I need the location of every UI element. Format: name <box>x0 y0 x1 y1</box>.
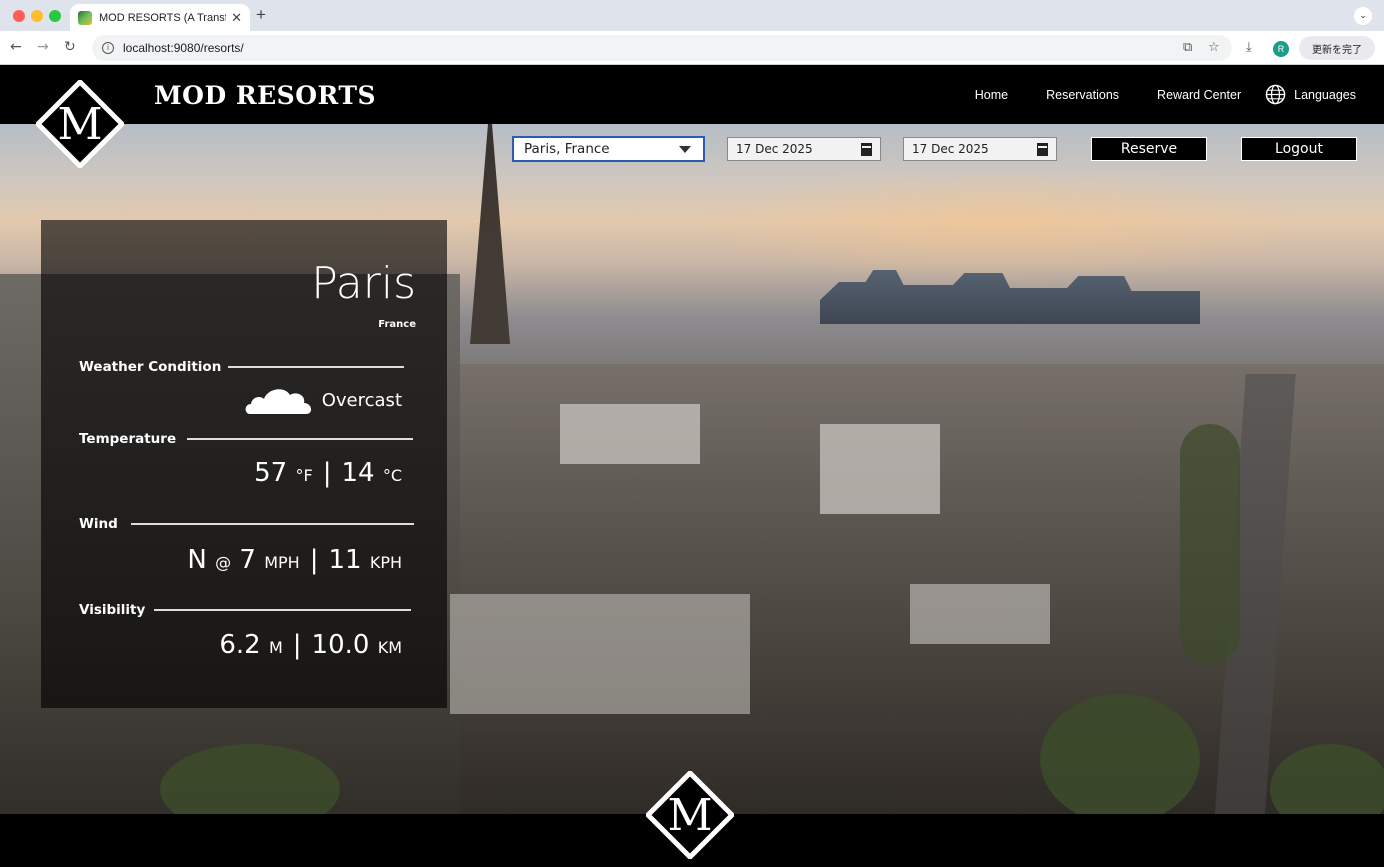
divider <box>131 523 414 525</box>
browser-toolbar: ← → ↻ i localhost:9080/resorts/ ⧉ ☆ ⤓ ⋮ <box>0 31 1384 65</box>
weather-city: Paris <box>311 258 416 309</box>
wind-label: Wind <box>79 516 118 532</box>
separator: | <box>322 458 332 488</box>
forward-arrow-icon[interactable]: → <box>37 39 49 55</box>
tab-title: MOD RESORTS (A Transform <box>99 11 226 24</box>
temp-f-unit: °F <box>295 466 313 485</box>
vis-km: 10.0 <box>311 630 370 660</box>
wind-mph: 7 <box>239 545 256 575</box>
browser-tab[interactable]: MOD RESORTS (A Transform ✕ <box>70 4 250 31</box>
languages-menu[interactable]: Languages <box>1265 84 1356 105</box>
weather-condition: Overcast <box>244 385 402 415</box>
brand-name[interactable]: MOD RESORTS <box>154 81 376 110</box>
calendar-icon[interactable] <box>861 143 872 156</box>
temperature-value: 57 °F | 14 °C <box>254 458 402 488</box>
temp-c-unit: °C <box>382 466 402 485</box>
globe-icon <box>1265 84 1286 105</box>
wind-value: N @ 7 MPH | 11 KPH <box>187 545 402 575</box>
reserve-button[interactable]: Reserve <box>1091 137 1207 161</box>
new-tab-button[interactable]: + <box>256 5 266 25</box>
back-arrow-icon[interactable]: ← <box>10 39 22 55</box>
divider <box>154 609 411 611</box>
wind-kph: 11 <box>328 545 362 575</box>
visibility-label: Visibility <box>79 602 146 618</box>
city-select-value: Paris, France <box>524 141 610 157</box>
site-info-icon[interactable]: i <box>102 42 114 54</box>
tab-search-chevron-icon[interactable]: ⌄ <box>1354 7 1372 25</box>
svg-text:M: M <box>667 790 712 841</box>
wind-direction: N <box>187 545 207 575</box>
finish-update-button[interactable]: 更新を完了 <box>1299 36 1375 60</box>
weather-condition-value: Overcast <box>321 389 402 411</box>
wind-at: @ <box>215 553 232 572</box>
site-favicon-icon <box>78 10 92 25</box>
reload-icon[interactable]: ↻ <box>64 39 76 55</box>
calendar-icon[interactable] <box>1037 143 1048 156</box>
vis-m: 6.2 <box>219 630 261 660</box>
divider <box>187 438 413 440</box>
visibility-value: 6.2 M | 10.0 KM <box>219 630 402 660</box>
mod-logo-icon[interactable]: M <box>36 80 124 168</box>
browser-tab-bar: MOD RESORTS (A Transform ✕ + ⌄ <box>0 0 1384 31</box>
url-text: localhost:9080/resorts/ <box>123 41 244 55</box>
temp-c: 14 <box>341 458 375 488</box>
close-window-button[interactable] <box>13 10 25 22</box>
cloud-icon <box>245 389 311 414</box>
nav-home[interactable]: Home <box>975 88 1008 102</box>
weather-condition-label: Weather Condition <box>79 359 222 375</box>
check-out-date-field[interactable]: 17 Dec 2025 <box>903 137 1057 161</box>
bookmark-star-icon[interactable]: ☆ <box>1208 40 1220 55</box>
weather-country: France <box>378 319 416 330</box>
translate-icon[interactable]: ⧉ <box>1183 40 1192 55</box>
divider <box>228 366 404 368</box>
maximize-window-button[interactable] <box>49 10 61 22</box>
page: MOD RESORTS Home Reservations Reward Cen… <box>0 66 1384 867</box>
vis-km-unit: KM <box>377 638 402 657</box>
city-select[interactable]: Paris, France <box>512 136 705 162</box>
nav-reward-center[interactable]: Reward Center <box>1157 88 1241 102</box>
nav-languages[interactable]: Languages <box>1294 88 1356 102</box>
site-header: MOD RESORTS Home Reservations Reward Cen… <box>0 66 1384 124</box>
vis-m-unit: M <box>268 638 283 657</box>
separator: | <box>292 630 302 660</box>
reservation-controls: Paris, France 17 Dec 2025 17 Dec 2025 Re… <box>0 136 1384 162</box>
wind-mph-unit: MPH <box>264 553 300 572</box>
tab-close-icon[interactable]: ✕ <box>231 10 242 26</box>
check-in-date-field[interactable]: 17 Dec 2025 <box>727 137 881 161</box>
weather-panel: Paris France Weather Condition Overcast … <box>41 220 447 708</box>
check-in-date-value: 17 Dec 2025 <box>736 142 813 156</box>
separator: | <box>309 545 319 575</box>
minimize-window-button[interactable] <box>31 10 43 22</box>
mod-footer-logo-icon: M <box>646 771 734 859</box>
address-bar[interactable]: i localhost:9080/resorts/ <box>92 35 1232 61</box>
dropdown-caret-icon <box>679 146 691 153</box>
logout-button[interactable]: Logout <box>1241 137 1357 161</box>
nav-reservations[interactable]: Reservations <box>1046 88 1119 102</box>
wind-kph-unit: KPH <box>369 553 402 572</box>
download-icon[interactable]: ⤓ <box>1246 40 1252 55</box>
profile-avatar[interactable]: R <box>1273 41 1289 57</box>
check-out-date-value: 17 Dec 2025 <box>912 142 989 156</box>
temperature-label: Temperature <box>79 431 177 447</box>
temp-f: 57 <box>254 458 288 488</box>
main-nav: Home Reservations Reward Center Language… <box>937 84 1356 105</box>
svg-text:M: M <box>57 99 102 150</box>
